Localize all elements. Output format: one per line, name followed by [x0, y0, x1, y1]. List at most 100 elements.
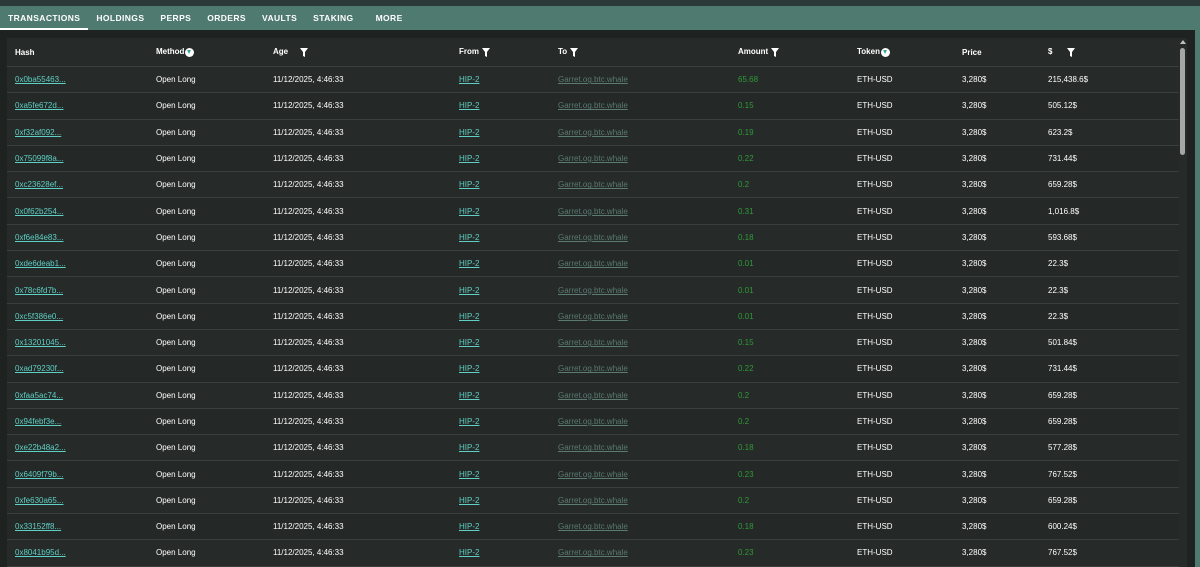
hash-link[interactable]: 0xad79230f...	[15, 364, 63, 373]
hash-link[interactable]: 0x33152ff8...	[15, 522, 61, 531]
from-link[interactable]: HIP-2	[459, 180, 479, 189]
from-link[interactable]: HIP-2	[459, 548, 479, 557]
from-link[interactable]: HIP-2	[459, 417, 479, 426]
table-row[interactable]: 0x13201045... Open Long 11/12/2025, 4:46:3…	[7, 329, 1179, 357]
hash-link[interactable]: 0x8041b95d...	[15, 548, 66, 557]
to-link[interactable]: Garret.og.btc.whale	[558, 364, 628, 373]
hash-link[interactable]: 0xde6deab1...	[15, 259, 66, 268]
hash-link[interactable]: 0xc5f386e0...	[15, 312, 63, 321]
hash-link[interactable]: 0xf32af092...	[15, 128, 61, 137]
table-row[interactable]: 0x8041b95d... Open Long 11/12/2025, 4:46:3…	[7, 539, 1179, 567]
tab-perps[interactable]: PERPS	[152, 6, 199, 30]
table-row[interactable]: 0x6409f79b... Open Long 11/12/2025, 4:46:3…	[7, 460, 1179, 488]
table-row[interactable]: 0xe22b48a2... Open Long 11/12/2025, 4:46:3…	[7, 434, 1179, 462]
tab-orders[interactable]: ORDERS	[199, 6, 254, 30]
token-filter-icon[interactable]	[880, 47, 890, 57]
table-row[interactable]: 0xad79230f... Open Long 11/12/2025, 4:46:3…	[7, 355, 1179, 383]
hash-link[interactable]: 0x0ba55463...	[15, 75, 66, 84]
table-cell: ETH-USD	[849, 539, 954, 567]
to-link[interactable]: Garret.og.btc.whale	[558, 417, 628, 426]
to-link[interactable]: Garret.og.btc.whale	[558, 154, 628, 163]
from-link[interactable]: HIP-2	[459, 233, 479, 242]
table-cell: 0x13201045...	[7, 329, 148, 357]
from-link[interactable]: HIP-2	[459, 312, 479, 321]
tab-more[interactable]: MORE	[368, 6, 411, 30]
from-link[interactable]: HIP-2	[459, 75, 479, 84]
from-link[interactable]: HIP-2	[459, 391, 479, 400]
table-cell: Open Long	[148, 434, 265, 462]
table-row[interactable]: 0xfaa5ac74... Open Long 11/12/2025, 4:46:3…	[7, 382, 1179, 409]
table-row[interactable]: 0xf32af092... Open Long 11/12/2025, 4:46:3…	[7, 119, 1179, 146]
to-link[interactable]: Garret.og.btc.whale	[558, 443, 628, 452]
table-row[interactable]: 0xc5f386e0... Open Long 11/12/2025, 4:46:3…	[7, 303, 1179, 330]
method-filter-icon[interactable]	[185, 47, 195, 57]
from-link[interactable]: HIP-2	[459, 286, 479, 295]
to-link[interactable]: Garret.og.btc.whale	[558, 391, 628, 400]
age-filter-icon[interactable]	[300, 47, 309, 57]
hash-link[interactable]: 0xf6e84e83...	[15, 233, 63, 242]
hash-link[interactable]: 0xc23628ef...	[15, 180, 63, 189]
hash-link[interactable]: 0xfaa5ac74...	[15, 391, 63, 400]
to-link[interactable]: Garret.og.btc.whale	[558, 101, 628, 110]
to-link[interactable]: Garret.og.btc.whale	[558, 75, 628, 84]
tab-holdings[interactable]: HOLDINGS	[88, 6, 152, 30]
table-row[interactable]: 0xfe630a65... Open Long 11/12/2025, 4:46:3…	[7, 487, 1179, 515]
table-row[interactable]: 0x0ba55463... Open Long 11/12/2025, 4:46:3…	[7, 66, 1179, 94]
hash-link[interactable]: 0x94febf3e...	[15, 417, 61, 426]
to-filter-icon[interactable]	[570, 47, 579, 57]
from-link[interactable]: HIP-2	[459, 338, 479, 347]
tab-staking[interactable]: STAKING	[305, 6, 361, 30]
to-link[interactable]: Garret.og.btc.whale	[558, 470, 628, 479]
from-link[interactable]: HIP-2	[459, 128, 479, 137]
table-cell: 3,280$	[954, 224, 1040, 252]
hash-link[interactable]: 0x0f62b254...	[15, 207, 63, 216]
to-link[interactable]: Garret.og.btc.whale	[558, 312, 628, 321]
from-link[interactable]: HIP-2	[459, 101, 479, 110]
hash-link[interactable]: 0x78c6fd7b...	[15, 286, 63, 295]
from-link[interactable]: HIP-2	[459, 496, 479, 505]
scroll-up-arrow-icon[interactable]	[1180, 40, 1186, 44]
to-link[interactable]: Garret.og.btc.whale	[558, 496, 628, 505]
from-link[interactable]: HIP-2	[459, 470, 479, 479]
from-link[interactable]: HIP-2	[459, 154, 479, 163]
hash-link[interactable]: 0x13201045...	[15, 338, 66, 347]
hash-link[interactable]: 0xfe630a65...	[15, 496, 63, 505]
to-link[interactable]: Garret.og.btc.whale	[558, 548, 628, 557]
usd-filter-icon[interactable]	[1066, 47, 1075, 57]
to-link[interactable]: Garret.og.btc.whale	[558, 286, 628, 295]
to-link[interactable]: Garret.og.btc.whale	[558, 522, 628, 531]
tab-transactions[interactable]: TRANSACTIONS	[0, 6, 89, 30]
scroll-thumb[interactable]	[1180, 48, 1185, 155]
to-link[interactable]: Garret.og.btc.whale	[558, 259, 628, 268]
hash-link[interactable]: 0xa5fe672d...	[15, 101, 63, 110]
from-link[interactable]: HIP-2	[459, 207, 479, 216]
hash-link[interactable]: 0x6409f79b...	[15, 470, 63, 479]
table-cell: Open Long	[148, 513, 265, 541]
from-link[interactable]: HIP-2	[459, 259, 479, 268]
to-link[interactable]: Garret.og.btc.whale	[558, 180, 628, 189]
content-panel: Hash Method Age From To Amount Token Pri…	[0, 30, 1195, 567]
to-link[interactable]: Garret.og.btc.whale	[558, 338, 628, 347]
amount-filter-icon[interactable]	[771, 47, 780, 57]
table-row[interactable]: 0x94febf3e... Open Long 11/12/2025, 4:46:3…	[7, 408, 1179, 436]
table-row[interactable]: 0x33152ff8... Open Long 11/12/2025, 4:46:3…	[7, 513, 1179, 541]
table-row[interactable]: 0xa5fe672d... Open Long 11/12/2025, 4:46:3…	[7, 92, 1179, 120]
table-row[interactable]: 0xde6deab1... Open Long 11/12/2025, 4:46:3…	[7, 250, 1179, 278]
from-link[interactable]: HIP-2	[459, 443, 479, 452]
hash-link[interactable]: 0xe22b48a2...	[15, 443, 66, 452]
to-link[interactable]: Garret.og.btc.whale	[558, 128, 628, 137]
to-link[interactable]: Garret.og.btc.whale	[558, 233, 628, 242]
from-link[interactable]: HIP-2	[459, 364, 479, 373]
to-link[interactable]: Garret.og.btc.whale	[558, 207, 628, 216]
amount-cell: 0.2	[738, 390, 750, 400]
table-row[interactable]: 0xf6e84e83... Open Long 11/12/2025, 4:46:3…	[7, 224, 1179, 252]
vertical-scrollbar[interactable]	[1179, 38, 1187, 567]
table-row[interactable]: 0x0f62b254... Open Long 11/12/2025, 4:46:3…	[7, 197, 1179, 225]
from-filter-icon[interactable]	[482, 47, 491, 57]
from-link[interactable]: HIP-2	[459, 522, 479, 531]
table-row[interactable]: 0x75099f8a... Open Long 11/12/2025, 4:46:3…	[7, 145, 1179, 173]
table-row[interactable]: 0x78c6fd7b... Open Long 11/12/2025, 4:46:3…	[7, 276, 1179, 304]
hash-link[interactable]: 0x75099f8a...	[15, 154, 63, 163]
table-row[interactable]: 0xc23628ef... Open Long 11/12/2025, 4:46:3…	[7, 171, 1179, 199]
tab-vaults[interactable]: VAULTS	[254, 6, 305, 30]
